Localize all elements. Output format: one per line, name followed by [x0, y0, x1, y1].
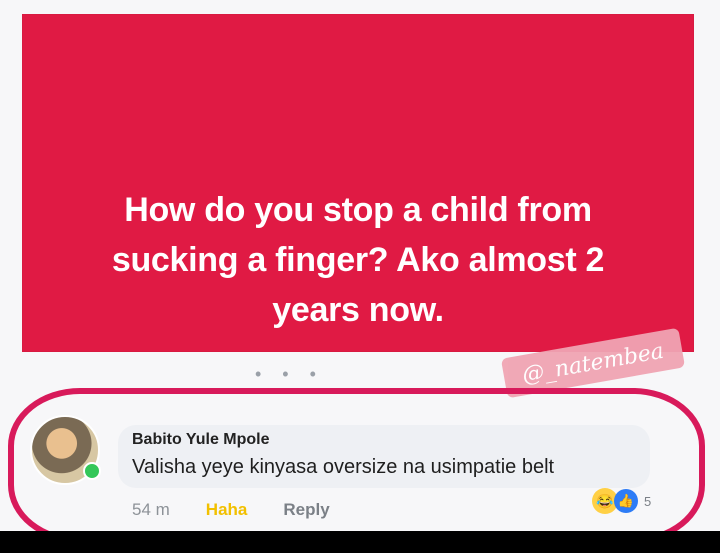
post-card: How do you stop a child from sucking a f… — [22, 14, 694, 352]
post-divider-dots: • • • — [255, 364, 324, 384]
highlight-circle — [8, 388, 705, 543]
post-text: How do you stop a child from sucking a f… — [111, 191, 605, 329]
bottom-edge-bar — [0, 531, 720, 553]
